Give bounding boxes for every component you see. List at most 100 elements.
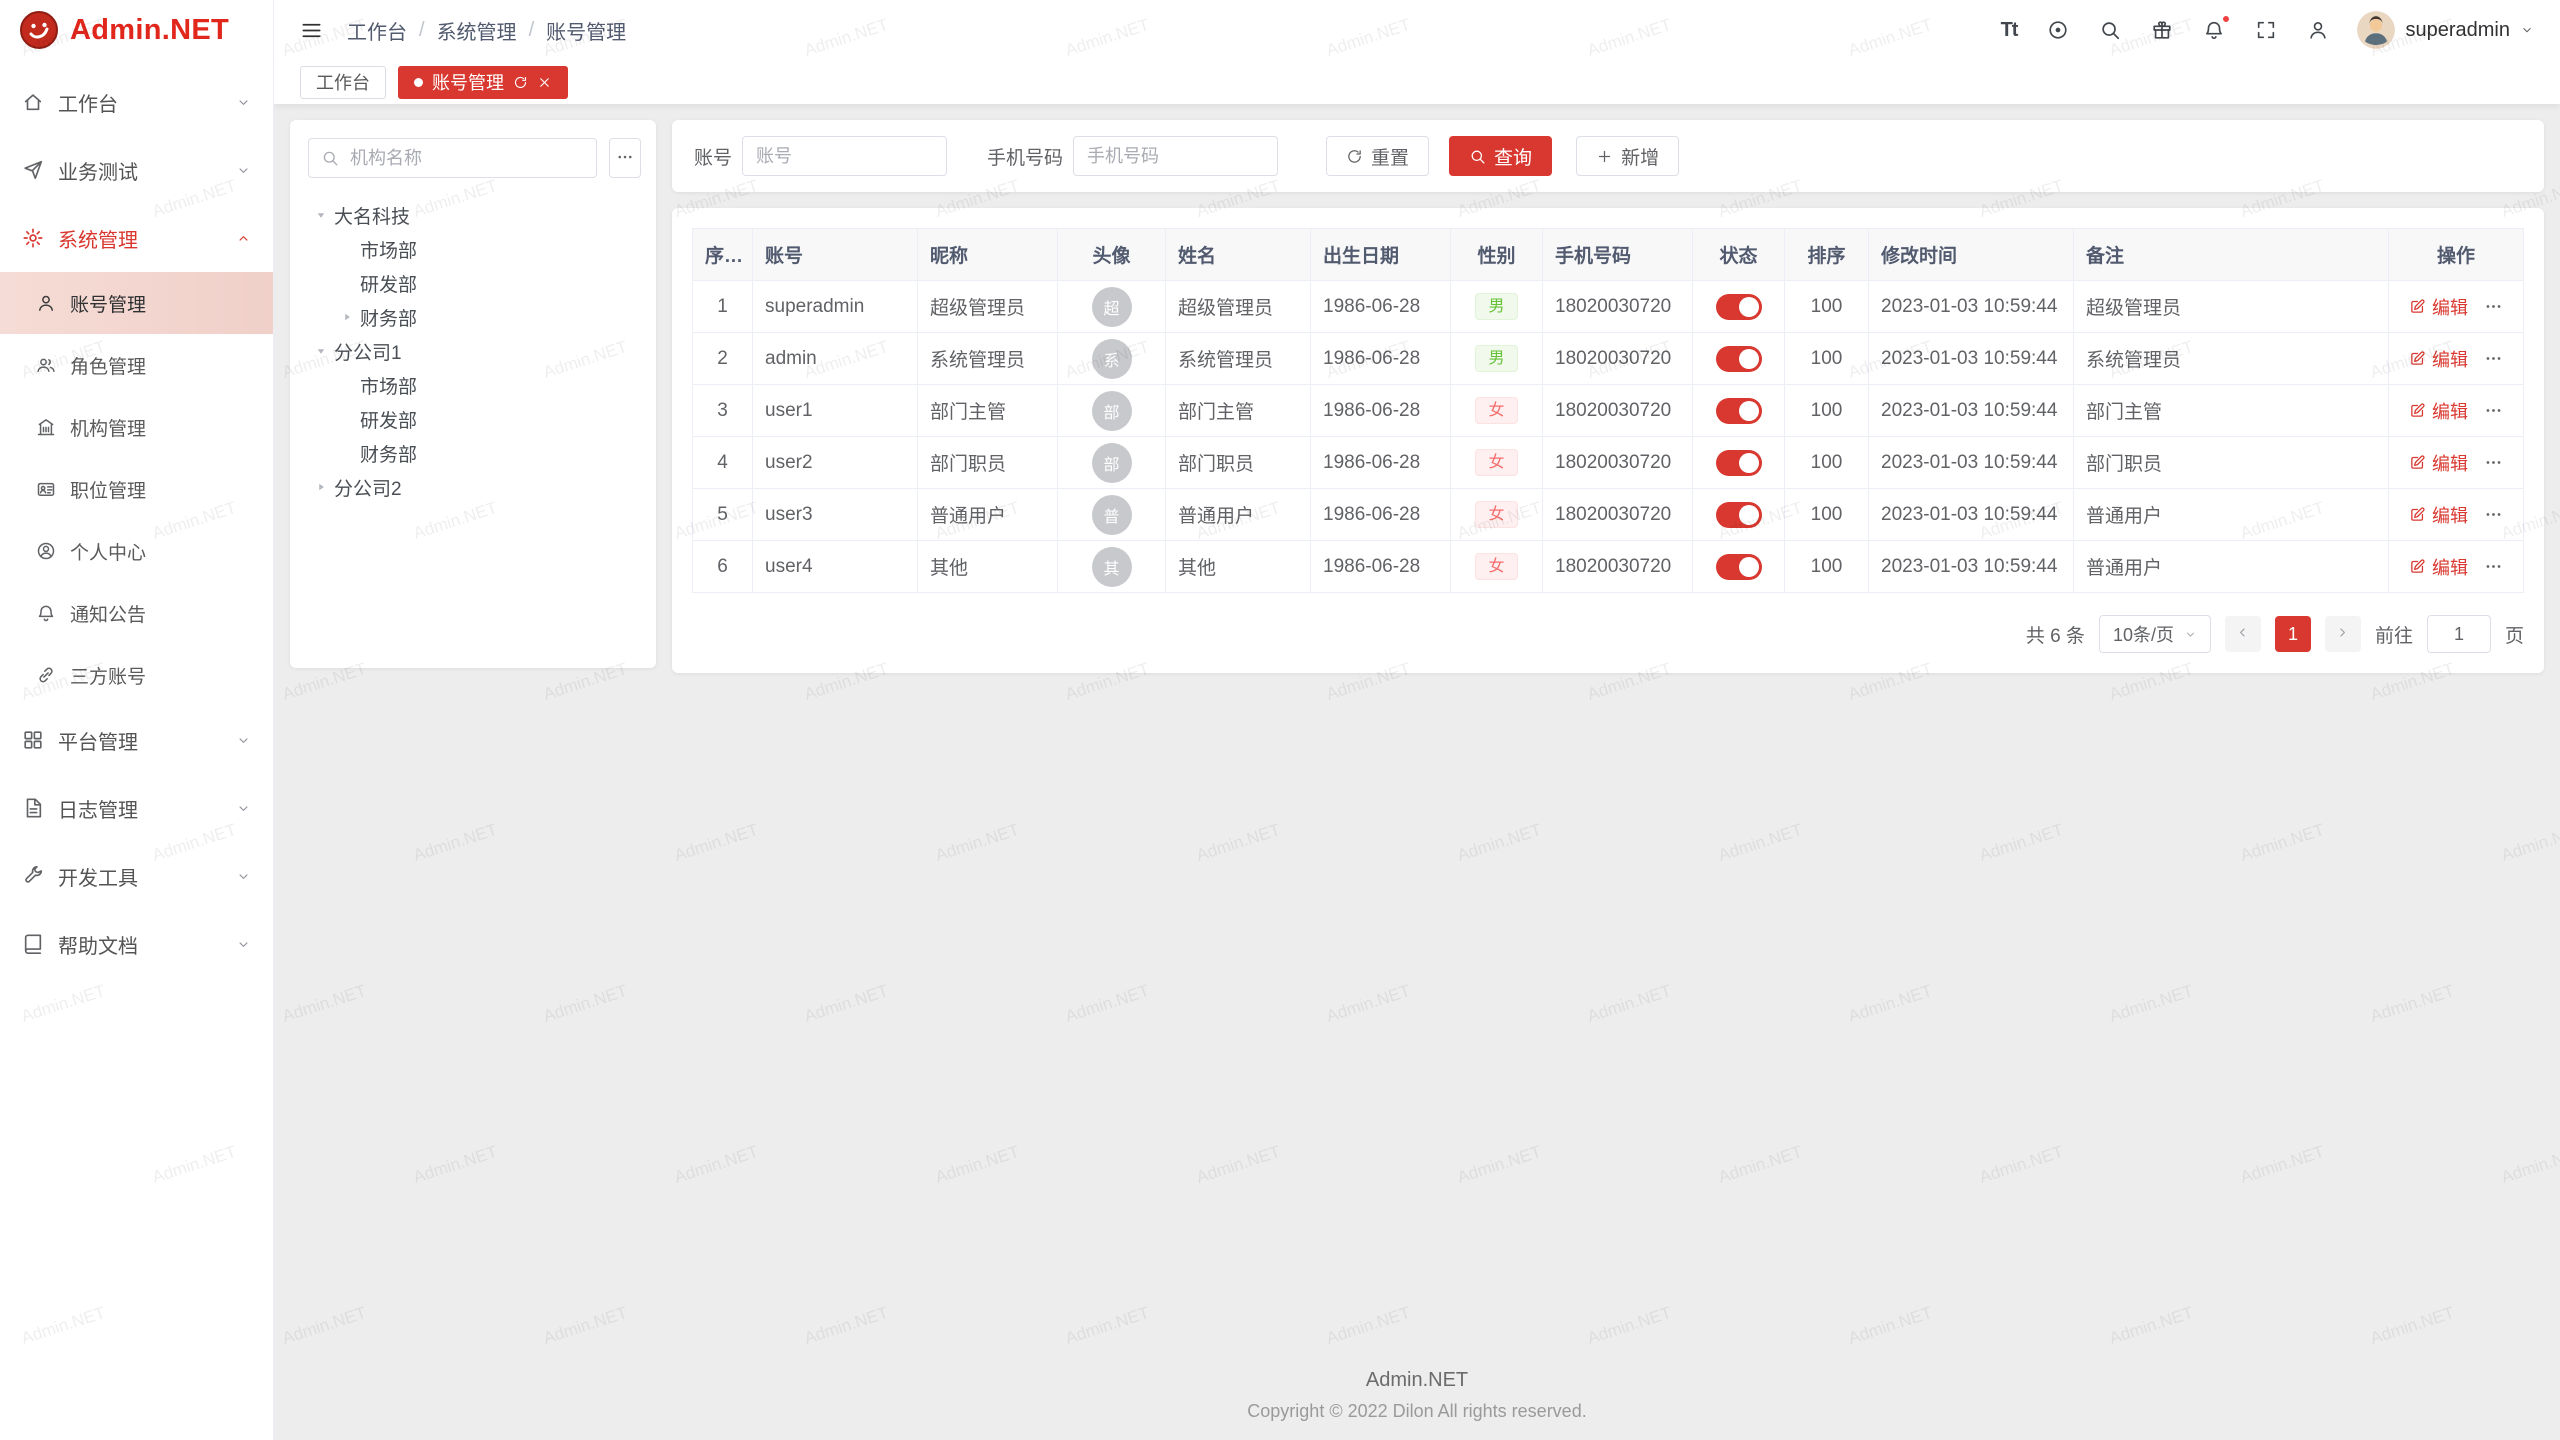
chevron-down-icon xyxy=(236,869,251,884)
tree-node[interactable]: 财务部 xyxy=(308,300,638,334)
edit-button-label: 编辑 xyxy=(2432,450,2468,476)
sidebar-item-dev-tools[interactable]: 开发工具 xyxy=(0,842,273,910)
sidebar-item-help-docs[interactable]: 帮助文档 xyxy=(0,910,273,978)
font-size-icon[interactable]: Tt xyxy=(2001,19,2018,42)
edit-button[interactable]: 编辑 xyxy=(2409,294,2468,320)
sidebar-item-org-mgmt[interactable]: 机构管理 xyxy=(0,396,273,458)
reset-button[interactable]: 重置 xyxy=(1326,136,1429,176)
search-button-label: 查询 xyxy=(1494,143,1532,170)
row-more-button[interactable] xyxy=(2484,557,2503,576)
edit-button-label: 编辑 xyxy=(2432,294,2468,320)
tree-expand-toggle[interactable] xyxy=(334,310,360,324)
profile-icon[interactable] xyxy=(2307,19,2329,41)
app-logo[interactable]: Admin.NET xyxy=(0,0,273,60)
sidebar-item-label: 职位管理 xyxy=(70,476,146,503)
tree-node[interactable]: 市场部 xyxy=(308,232,638,266)
caret-right-icon xyxy=(314,480,328,494)
edit-icon xyxy=(2409,558,2426,575)
caret-right-icon xyxy=(340,310,354,324)
fullscreen-icon[interactable] xyxy=(2255,19,2277,41)
accounts-table: 序号账号昵称头像姓名出生日期性别手机号码状态排序修改时间备注操作1superad… xyxy=(692,228,2524,593)
row-more-button[interactable] xyxy=(2484,453,2503,472)
tree-node[interactable]: 大名科技 xyxy=(308,198,638,232)
status-toggle[interactable] xyxy=(1716,398,1762,424)
tree-expand-toggle[interactable] xyxy=(308,344,334,358)
tree-node[interactable]: 研发部 xyxy=(308,402,638,436)
app-root: Admin.NET 工作台业务测试系统管理账号管理角色管理机构管理职位管理个人中… xyxy=(0,0,2560,1440)
edit-button[interactable]: 编辑 xyxy=(2409,554,2468,580)
status-toggle[interactable] xyxy=(1716,346,1762,372)
link-icon xyxy=(36,665,56,685)
sidebar-item-position-mgmt[interactable]: 职位管理 xyxy=(0,458,273,520)
edit-button[interactable]: 编辑 xyxy=(2409,450,2468,476)
sidebar-item-role-mgmt[interactable]: 角色管理 xyxy=(0,334,273,396)
main-column: 工作台/系统管理/账号管理 Tt superadmin 工作台账号管理 xyxy=(274,0,2560,1440)
notification-icon[interactable] xyxy=(2203,19,2225,41)
tree-expand-toggle[interactable] xyxy=(308,480,334,494)
status-toggle[interactable] xyxy=(1716,502,1762,528)
add-button[interactable]: 新增 xyxy=(1576,136,1679,176)
tab-workbench[interactable]: 工作台 xyxy=(300,66,386,99)
tree-node[interactable]: 财务部 xyxy=(308,436,638,470)
tree-expand-toggle[interactable] xyxy=(308,208,334,222)
language-icon[interactable] xyxy=(2047,19,2069,41)
column-header-index: 序号 xyxy=(693,229,753,281)
breadcrumb-item[interactable]: 工作台 xyxy=(347,16,407,45)
user-menu[interactable]: superadmin xyxy=(2357,11,2534,49)
cell-sort: 100 xyxy=(1811,400,1843,421)
org-search-input[interactable] xyxy=(348,147,584,170)
pagination-prev-button[interactable] xyxy=(2225,616,2261,652)
chevron-down-icon xyxy=(236,801,251,816)
tab-close-button[interactable] xyxy=(537,75,552,90)
cell-sort: 100 xyxy=(1811,504,1843,525)
edit-button[interactable]: 编辑 xyxy=(2409,346,2468,372)
row-more-button[interactable] xyxy=(2484,505,2503,524)
pagination-page-1[interactable]: 1 xyxy=(2275,616,2311,652)
tab-account-mgmt[interactable]: 账号管理 xyxy=(398,66,568,99)
chevron-down-icon xyxy=(236,869,251,884)
tree-node[interactable]: 分公司2 xyxy=(308,470,638,504)
status-toggle[interactable] xyxy=(1716,554,1762,580)
edit-button[interactable]: 编辑 xyxy=(2409,502,2468,528)
status-toggle[interactable] xyxy=(1716,294,1762,320)
tab-refresh-button[interactable] xyxy=(513,75,528,90)
tree-node[interactable]: 分公司1 xyxy=(308,334,638,368)
chevron-up-icon xyxy=(236,231,251,246)
sidebar-item-third-party-account[interactable]: 三方账号 xyxy=(0,644,273,706)
account-input[interactable] xyxy=(742,136,947,176)
org-more-button[interactable] xyxy=(609,138,641,178)
edit-button[interactable]: 编辑 xyxy=(2409,398,2468,424)
pagination-next-button[interactable] xyxy=(2325,616,2361,652)
column-header-phone: 手机号码 xyxy=(1543,229,1693,281)
row-more-button[interactable] xyxy=(2484,401,2503,420)
sidebar-item-notice[interactable]: 通知公告 xyxy=(0,582,273,644)
cell-nickname: 部门主管 xyxy=(930,402,1006,423)
cell-remark: 普通用户 xyxy=(2086,506,2162,527)
org-search-field xyxy=(308,138,597,178)
page-size-select[interactable]: 10条/页 xyxy=(2099,615,2211,653)
chevron-down-icon xyxy=(236,937,251,952)
sidebar-item-account-mgmt[interactable]: 账号管理 xyxy=(0,272,273,334)
search-button[interactable]: 查询 xyxy=(1449,136,1552,176)
sidebar-item-personal-center[interactable]: 个人中心 xyxy=(0,520,273,582)
gift-icon[interactable] xyxy=(2151,19,2173,41)
tree-node[interactable]: 研发部 xyxy=(308,266,638,300)
edit-icon xyxy=(2409,350,2426,367)
menu-toggle-button[interactable] xyxy=(300,19,323,42)
sidebar-item-workbench[interactable]: 工作台 xyxy=(0,68,273,136)
sidebar-item-business-test[interactable]: 业务测试 xyxy=(0,136,273,204)
cell-index: 2 xyxy=(717,348,728,369)
search-icon[interactable] xyxy=(2099,19,2121,41)
sidebar-item-log-mgmt[interactable]: 日志管理 xyxy=(0,774,273,842)
cell-birthdate: 1986-06-28 xyxy=(1323,452,1420,473)
row-more-button[interactable] xyxy=(2484,349,2503,368)
pagination-goto-input[interactable] xyxy=(2427,615,2491,653)
breadcrumb-item[interactable]: 系统管理 xyxy=(437,16,517,45)
tree-node[interactable]: 市场部 xyxy=(308,368,638,402)
phone-input[interactable] xyxy=(1073,136,1278,176)
sidebar-item-platform-mgmt[interactable]: 平台管理 xyxy=(0,706,273,774)
status-toggle[interactable] xyxy=(1716,450,1762,476)
sidebar-item-system-mgmt[interactable]: 系统管理 xyxy=(0,204,273,272)
row-more-button[interactable] xyxy=(2484,297,2503,316)
chevron-right-icon xyxy=(2335,625,2350,640)
